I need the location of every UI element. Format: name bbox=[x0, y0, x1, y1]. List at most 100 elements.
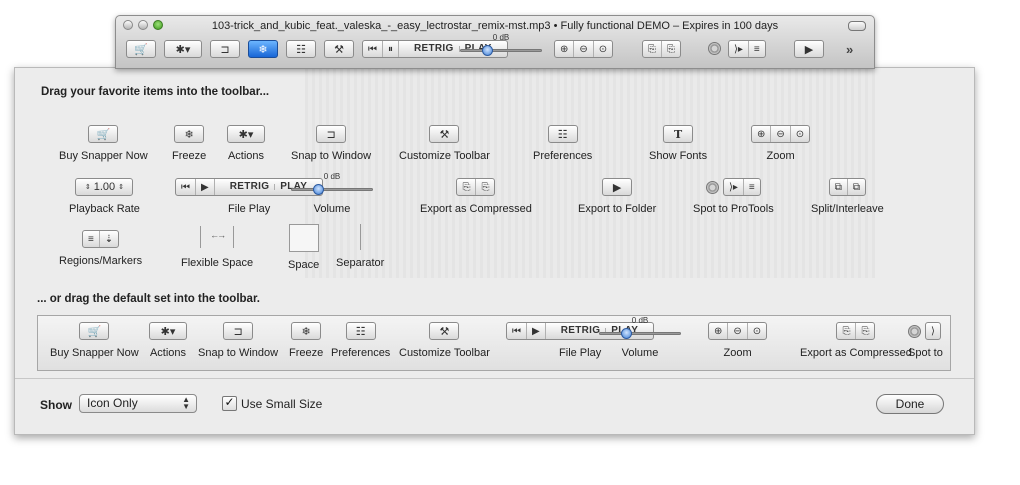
default-spot-to: ⟩ Spot to bbox=[908, 322, 943, 359]
item-label: Regions/Markers bbox=[59, 255, 143, 267]
pause-button[interactable]: ⏸ bbox=[383, 41, 399, 57]
sheet-footer: Show Icon Only ▲ ▼ ✓ Use Small Size Done bbox=[15, 378, 974, 434]
preferences-icon: ☷ bbox=[296, 43, 306, 56]
item-label: Separator bbox=[336, 257, 385, 269]
zoom-out-icon: ⊖ bbox=[771, 126, 791, 142]
use-small-size-label[interactable]: Use Small Size bbox=[241, 397, 322, 411]
toolbar-toggle-button[interactable] bbox=[848, 21, 866, 31]
palette-split-interleave[interactable]: ⧉ ⧉ Split/Interleave bbox=[811, 178, 884, 215]
done-button[interactable]: Done bbox=[876, 394, 944, 414]
item-label: Spot to ProTools bbox=[693, 203, 774, 215]
item-label: Show Fonts bbox=[649, 150, 708, 162]
item-label: Actions bbox=[227, 150, 265, 162]
snowflake-icon: ❄ bbox=[258, 43, 268, 56]
volume-knob[interactable] bbox=[482, 45, 493, 56]
retrig-label: RETRIG bbox=[409, 44, 460, 54]
regions-icon: ≡ bbox=[83, 231, 100, 247]
item-label: Export as Compressed bbox=[800, 347, 912, 359]
default-set-heading: ... or drag the default set into the too… bbox=[37, 293, 260, 305]
item-label: Space bbox=[288, 259, 320, 271]
background-waveform bbox=[305, 68, 875, 278]
zoom-in-button[interactable]: ⊕ bbox=[555, 41, 575, 57]
palette-buy-snapper-now[interactable]: 🛒 Buy Snapper Now bbox=[59, 125, 148, 162]
volume-value: 0 dB bbox=[492, 33, 510, 42]
pause-icon: ⏸ bbox=[388, 43, 393, 55]
palette-customize-toolbar[interactable]: ⚒ Customize Toolbar bbox=[399, 125, 490, 162]
window-title: 103-trick_and_kubic_feat._valeska_-_easy… bbox=[211, 20, 779, 32]
customize-toolbar-button[interactable]: ⚒ bbox=[324, 40, 354, 58]
volume-knob bbox=[313, 184, 324, 195]
hammer-icon: ⚒ bbox=[334, 43, 344, 56]
buy-snapper-button[interactable]: 🛒 bbox=[126, 40, 156, 58]
palette-snap-to-window[interactable]: ⊐ Snap to Window bbox=[291, 125, 371, 162]
zoom-fit-button[interactable]: ⊙ bbox=[594, 41, 612, 57]
palette-freeze[interactable]: ❄ Freeze bbox=[172, 125, 206, 162]
palette-preferences[interactable]: ☷ Preferences bbox=[533, 125, 592, 162]
palette-space[interactable]: Space bbox=[288, 224, 319, 271]
interleave-icon: ⧉ bbox=[852, 181, 861, 193]
hammer-icon: ⚒ bbox=[439, 325, 450, 338]
space-icon bbox=[288, 224, 319, 252]
spot-button[interactable]: ⟩▸ bbox=[729, 41, 749, 57]
protools-icon[interactable] bbox=[708, 42, 721, 55]
use-small-size-checkbox[interactable]: ✓ bbox=[222, 396, 237, 411]
palette-flexible-space[interactable]: Flexible Space bbox=[181, 226, 253, 269]
palette-zoom[interactable]: ⊕ ⊖ ⊙ Zoom bbox=[751, 125, 811, 162]
volume-track bbox=[460, 49, 542, 52]
item-label: Playback Rate bbox=[69, 203, 140, 215]
palette-separator[interactable]: Separator bbox=[336, 224, 384, 269]
snowflake-icon: ❄ bbox=[301, 325, 311, 338]
snowflake-icon: ❄ bbox=[184, 128, 194, 141]
palette-actions[interactable]: ✱▾ Actions bbox=[227, 125, 265, 162]
list-icon: ≡ bbox=[753, 43, 760, 55]
default-toolbar-set[interactable]: 🛒 Buy Snapper Now ✱▾ Actions ⊐ Snap to W… bbox=[37, 315, 951, 371]
list-icon: ≡ bbox=[748, 181, 755, 193]
protools-icon bbox=[705, 180, 719, 194]
toolbar-overflow-button[interactable]: » bbox=[846, 42, 853, 57]
preferences-button[interactable]: ☷ bbox=[286, 40, 316, 58]
palette-playback-rate[interactable]: ⇕ 1.00 ⇕ Playback Rate bbox=[69, 178, 140, 215]
item-label: Spot to bbox=[908, 347, 943, 359]
item-label: Volume bbox=[313, 203, 351, 215]
palette-regions-markers[interactable]: ≡ ⇣ Regions/Markers bbox=[59, 230, 142, 267]
export-compressed-control: ⎘ ⎘ bbox=[642, 40, 681, 58]
rewind-icon: ⏮ bbox=[176, 179, 196, 195]
rewind-button[interactable]: ⏮ bbox=[363, 41, 383, 57]
rewind-icon: ⏮ bbox=[507, 323, 527, 339]
protools-icon bbox=[908, 324, 921, 338]
export-button-a[interactable]: ⎘ bbox=[643, 41, 662, 57]
palette-spot-to-protools[interactable]: ⟩▸ ≡ Spot to ProTools bbox=[693, 178, 774, 215]
zoom-fit-icon: ⊙ bbox=[795, 128, 805, 140]
updown-arrows-icon: ▲ ▼ bbox=[182, 395, 190, 411]
rewind-icon: ⏮ bbox=[368, 43, 377, 55]
magnet-icon: ⊐ bbox=[220, 43, 230, 56]
item-label: Snap to Window bbox=[198, 347, 279, 359]
default-zoom: ⊕ ⊖ ⊙ Zoom bbox=[708, 322, 768, 359]
list-button[interactable]: ≡ bbox=[749, 41, 765, 57]
volume-knob bbox=[621, 328, 632, 339]
palette-export-as-compressed[interactable]: ⎘ ⎘ Export as Compressed bbox=[420, 178, 532, 215]
favorites-heading: Drag your favorite items into the toolba… bbox=[41, 86, 270, 98]
palette-export-to-folder[interactable]: ▶ Export to Folder bbox=[578, 178, 656, 215]
gear-icon: ✱▾ bbox=[160, 325, 176, 338]
snap-to-window-button[interactable]: ⊐ bbox=[210, 40, 240, 58]
palette-volume[interactable]: 0 dB Volume bbox=[287, 172, 377, 215]
export-button-b[interactable]: ⎘ bbox=[662, 41, 680, 57]
export-icon: ⎘ bbox=[481, 181, 490, 193]
actions-button[interactable]: ✱▾ bbox=[164, 40, 202, 58]
palette-show-fonts[interactable]: T Show Fonts bbox=[649, 125, 707, 162]
volume-slider[interactable]: 0 dB bbox=[456, 33, 546, 59]
default-preferences: ☷ Preferences bbox=[331, 322, 390, 359]
export-icon: ⎘ bbox=[837, 323, 857, 339]
item-label: Buy Snapper Now bbox=[59, 150, 148, 162]
zoom-out-icon: ⊖ bbox=[728, 323, 748, 339]
export-icon: ⎘ bbox=[861, 325, 870, 337]
export-to-folder-button[interactable]: ▶ bbox=[794, 40, 824, 58]
freeze-button[interactable]: ❄ bbox=[248, 40, 278, 58]
cart-icon: 🛒 bbox=[87, 325, 102, 338]
item-label: Volume bbox=[621, 347, 659, 359]
show-mode-popup[interactable]: Icon Only ▲ ▼ bbox=[79, 394, 197, 413]
volume-value: 0 dB bbox=[323, 172, 341, 181]
zoom-out-button[interactable]: ⊖ bbox=[574, 41, 594, 57]
export-icon: ⎘ bbox=[667, 43, 675, 55]
